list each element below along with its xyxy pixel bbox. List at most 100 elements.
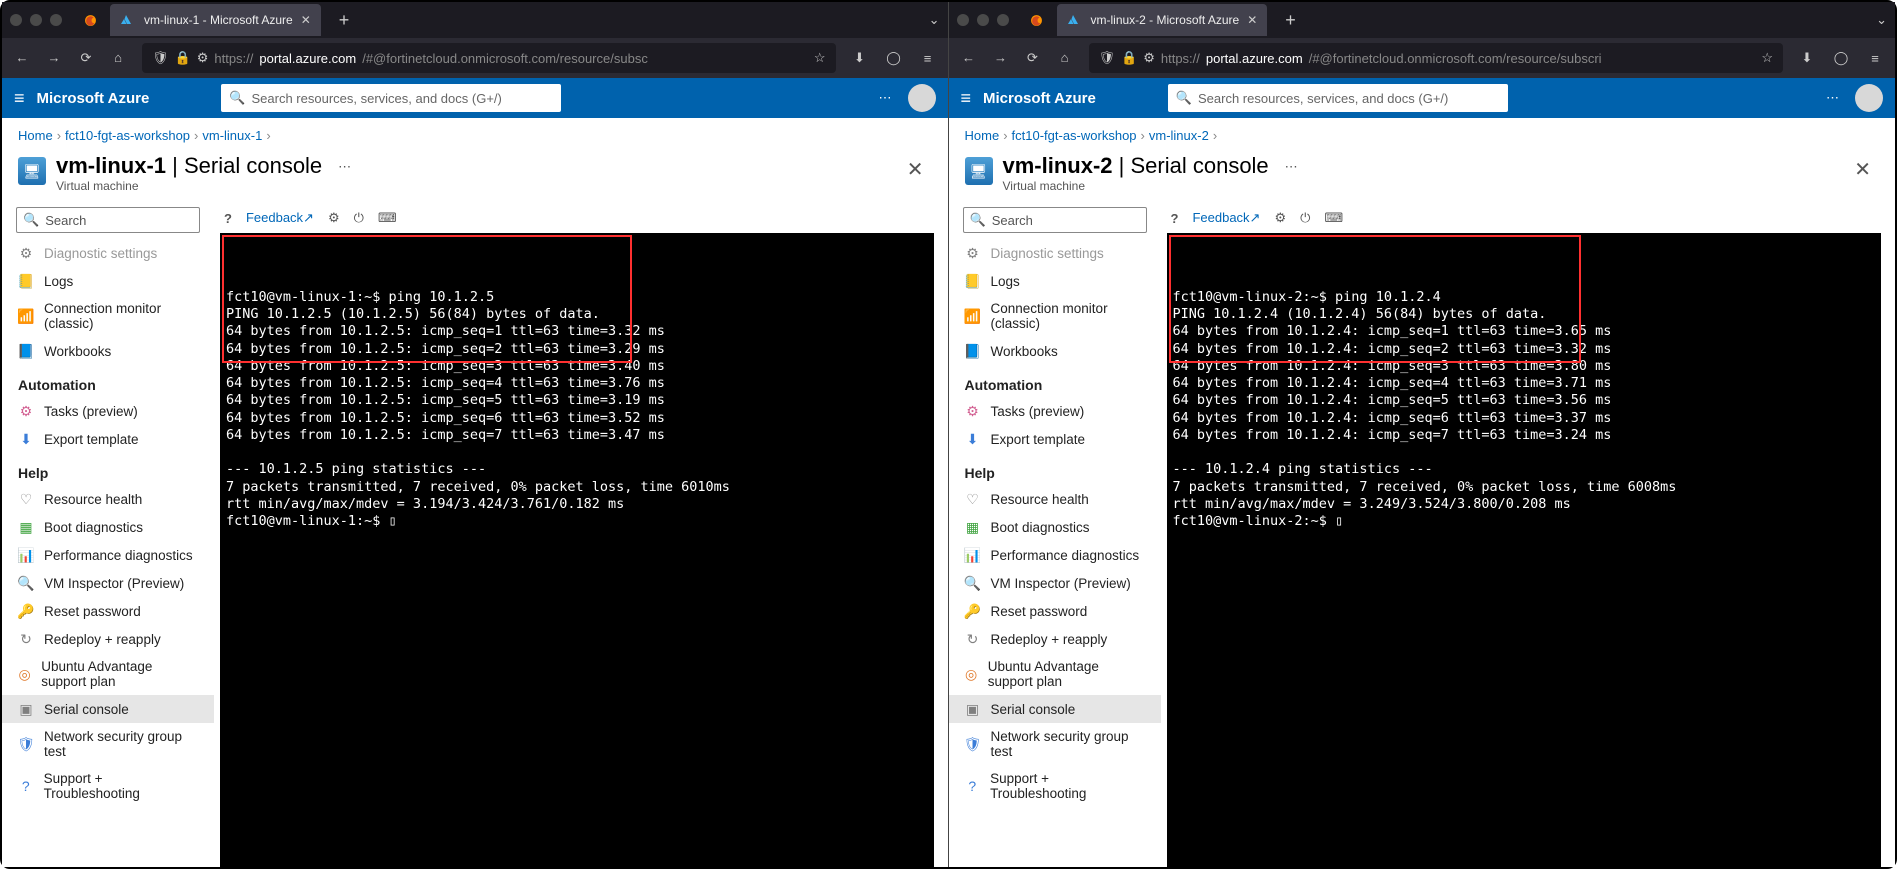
sidebar-item-connection-monitor-classic-[interactable]: 📶Connection monitor (classic) — [949, 295, 1161, 337]
sidebar-item-boot-diagnostics[interactable]: ▦Boot diagnostics — [949, 513, 1161, 541]
power-icon[interactable]: ⏻ — [354, 210, 364, 226]
portal-menu-icon[interactable]: ≡ — [961, 88, 972, 109]
sidebar-item-tasks-preview-[interactable]: ⚙Tasks (preview) — [949, 397, 1161, 425]
sidebar-search-input[interactable]: 🔍 Search — [963, 207, 1147, 233]
account-icon[interactable]: ◯ — [884, 50, 904, 66]
azure-search-input[interactable]: 🔍 Search resources, services, and docs (… — [1168, 84, 1508, 112]
portal-menu-icon[interactable]: ≡ — [14, 88, 25, 109]
new-tab-button[interactable]: + — [329, 10, 360, 31]
nav-home-icon[interactable]: ⌂ — [108, 50, 128, 66]
close-window-icon[interactable] — [10, 14, 22, 26]
more-icon[interactable]: ⋯ — [879, 90, 892, 106]
blade-more-icon[interactable]: ⋯ — [338, 159, 351, 175]
azure-brand[interactable]: Microsoft Azure — [983, 90, 1096, 107]
sidebar-item-diagnostic-settings[interactable]: ⚙ Diagnostic settings — [2, 239, 214, 267]
keyboard-icon[interactable]: ⌨ — [1324, 210, 1343, 226]
gear-icon[interactable]: ⚙ — [1274, 210, 1286, 226]
sidebar-item-ubuntu-advantage-support-plan[interactable]: ◎Ubuntu Advantage support plan — [2, 653, 214, 695]
nav-reload-icon[interactable]: ⟳ — [1023, 50, 1043, 66]
sidebar-item-reset-password[interactable]: 🔑Reset password — [2, 597, 214, 625]
avatar[interactable] — [1855, 84, 1883, 112]
tab-close-icon[interactable]: ✕ — [1247, 13, 1257, 27]
menu-icon[interactable]: ≡ — [918, 51, 938, 66]
avatar[interactable] — [908, 84, 936, 112]
blade-close-icon[interactable]: ✕ — [1846, 153, 1879, 186]
sidebar-item-export-template[interactable]: ⬇Export template — [2, 425, 214, 453]
nav-back-icon[interactable]: ← — [959, 50, 979, 66]
url-input[interactable]: 🛡 🔒 ⚙ https://portal.azure.com/#@fortine… — [142, 43, 836, 73]
blade-more-icon[interactable]: ⋯ — [1285, 159, 1298, 175]
sidebar-item-reset-password[interactable]: 🔑Reset password — [949, 597, 1161, 625]
close-window-icon[interactable] — [957, 14, 969, 26]
sidebar-item-connection-monitor-classic-[interactable]: 📶Connection monitor (classic) — [2, 295, 214, 337]
sidebar-item-workbooks[interactable]: 📘Workbooks — [949, 337, 1161, 365]
sidebar-item-redeploy-reapply[interactable]: ↻Redeploy + reapply — [949, 625, 1161, 653]
tab-dropdown-icon[interactable]: ⌄ — [1876, 12, 1887, 28]
account-icon[interactable]: ◯ — [1831, 50, 1851, 66]
blade-close-icon[interactable]: ✕ — [899, 153, 932, 186]
sidebar-item-vm-inspector-preview-[interactable]: 🔍VM Inspector (Preview) — [2, 569, 214, 597]
tab-close-icon[interactable]: ✕ — [301, 13, 311, 27]
sidebar-item-network-security-group-test[interactable]: 🛡Network security group test — [2, 723, 214, 765]
sidebar-item-support-troubleshooting[interactable]: ?Support + Troubleshooting — [2, 765, 214, 807]
sidebar-item-redeploy-reapply[interactable]: ↻Redeploy + reapply — [2, 625, 214, 653]
azure-brand[interactable]: Microsoft Azure — [37, 90, 150, 107]
maximize-window-icon[interactable] — [50, 14, 62, 26]
nav-back-icon[interactable]: ← — [12, 50, 32, 66]
feedback-link[interactable]: Feedback↗ — [1192, 210, 1260, 226]
sidebar-item-vm-inspector-preview-[interactable]: 🔍VM Inspector (Preview) — [949, 569, 1161, 597]
azure-search-input[interactable]: 🔍 Search resources, services, and docs (… — [221, 84, 561, 112]
bookmark-icon[interactable]: ☆ — [1761, 50, 1773, 66]
nav-reload-icon[interactable]: ⟳ — [76, 50, 96, 66]
downloads-icon[interactable]: ⬇ — [1797, 50, 1817, 66]
crumb-vm[interactable]: vm-linux-1 — [202, 128, 262, 143]
help-icon[interactable]: ? — [1171, 211, 1179, 226]
nav-forward-icon[interactable]: → — [991, 50, 1011, 66]
minimize-window-icon[interactable] — [30, 14, 42, 26]
bookmark-icon[interactable]: ☆ — [814, 50, 826, 66]
terminal-output[interactable]: fct10@vm-linux-2:~$ ping 10.1.2.4 PING 1… — [1167, 233, 1882, 867]
sidebar-item-diagnostic-settings[interactable]: ⚙ Diagnostic settings — [949, 239, 1161, 267]
sidebar-item-workbooks[interactable]: 📘Workbooks — [2, 337, 214, 365]
terminal-output[interactable]: fct10@vm-linux-1:~$ ping 10.1.2.5 PING 1… — [220, 233, 934, 867]
feedback-link[interactable]: Feedback↗ — [246, 210, 314, 226]
sidebar-item-resource-health[interactable]: ♡Resource health — [949, 485, 1161, 513]
sidebar-search-input[interactable]: 🔍 Search — [16, 207, 200, 233]
tab-dropdown-icon[interactable]: ⌄ — [929, 12, 940, 28]
keyboard-icon[interactable]: ⌨ — [378, 210, 397, 226]
sidebar-item-performance-diagnostics[interactable]: 📊Performance diagnostics — [2, 541, 214, 569]
nav-forward-icon[interactable]: → — [44, 50, 64, 66]
browser-tab[interactable]: vm-linux-2 - Microsoft Azure ✕ — [1057, 4, 1268, 36]
url-input[interactable]: 🛡 🔒 ⚙ https://portal.azure.com/#@fortine… — [1089, 43, 1784, 73]
maximize-window-icon[interactable] — [997, 14, 1009, 26]
more-icon[interactable]: ⋯ — [1826, 90, 1839, 106]
sidebar-item-performance-diagnostics[interactable]: 📊Performance diagnostics — [949, 541, 1161, 569]
power-icon[interactable]: ⏻ — [1300, 210, 1310, 226]
sidebar-item-export-template[interactable]: ⬇Export template — [949, 425, 1161, 453]
menu-icon[interactable]: ≡ — [1865, 51, 1885, 66]
crumb-home[interactable]: Home — [965, 128, 1000, 143]
sidebar-item-serial-console[interactable]: ▣Serial console — [949, 695, 1161, 723]
help-icon[interactable]: ? — [224, 211, 232, 226]
crumb-rg[interactable]: fct10-fgt-as-workshop — [1012, 128, 1137, 143]
sidebar-item-logs[interactable]: 📒Logs — [2, 267, 214, 295]
nav-home-icon[interactable]: ⌂ — [1055, 50, 1075, 66]
sidebar-item-serial-console[interactable]: ▣Serial console — [2, 695, 214, 723]
downloads-icon[interactable]: ⬇ — [850, 50, 870, 66]
sidebar-item-boot-diagnostics[interactable]: ▦Boot diagnostics — [2, 513, 214, 541]
crumb-rg[interactable]: fct10-fgt-as-workshop — [65, 128, 190, 143]
sidebar-item-network-security-group-test[interactable]: 🛡Network security group test — [949, 723, 1161, 765]
crumb-vm[interactable]: vm-linux-2 — [1149, 128, 1209, 143]
sidebar-item-tasks-preview-[interactable]: ⚙Tasks (preview) — [2, 397, 214, 425]
sidebar-item-logs[interactable]: 📒Logs — [949, 267, 1161, 295]
sidebar-item-resource-health[interactable]: ♡Resource health — [2, 485, 214, 513]
browser-tab[interactable]: vm-linux-1 - Microsoft Azure ✕ — [110, 4, 321, 36]
new-tab-button[interactable]: + — [1275, 10, 1306, 31]
gear-icon[interactable]: ⚙ — [328, 210, 340, 226]
search-icon: 🔍 — [970, 212, 986, 228]
crumb-home[interactable]: Home — [18, 128, 53, 143]
minimize-window-icon[interactable] — [977, 14, 989, 26]
sidebar-item-ubuntu-advantage-support-plan[interactable]: ◎Ubuntu Advantage support plan — [949, 653, 1161, 695]
page-title: vm-linux-2 | Serial console — [1003, 153, 1269, 179]
sidebar-item-support-troubleshooting[interactable]: ?Support + Troubleshooting — [949, 765, 1161, 807]
